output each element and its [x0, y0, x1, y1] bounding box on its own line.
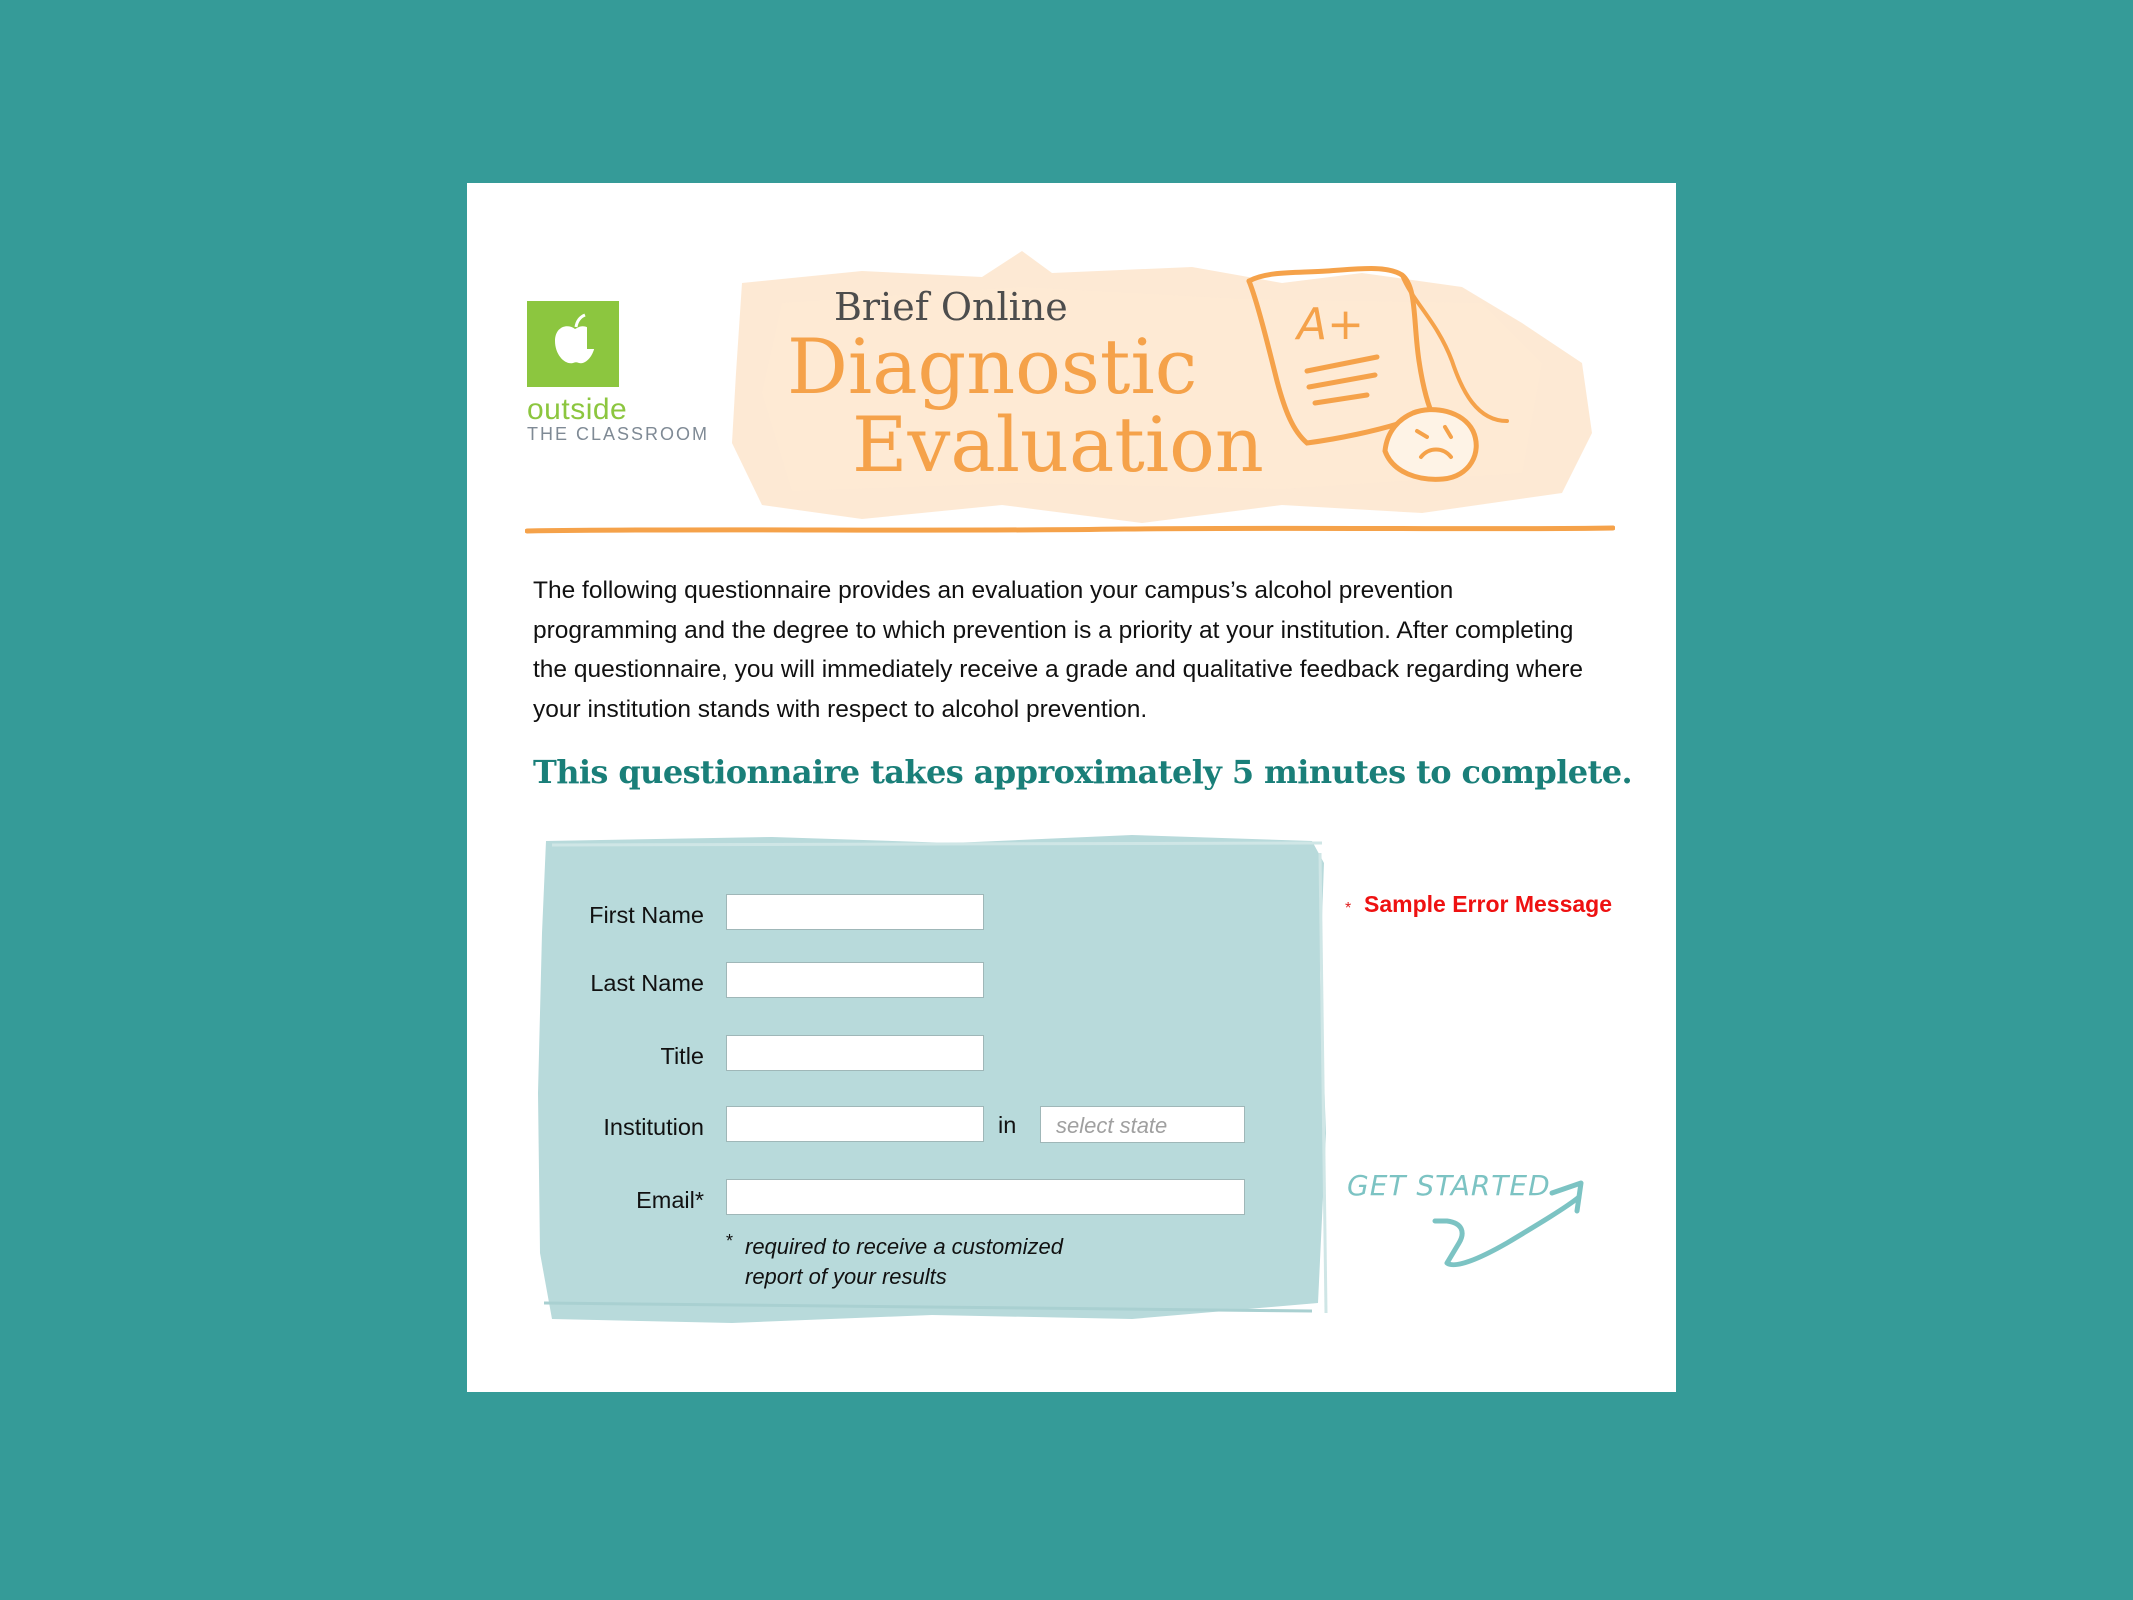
first-name-input[interactable]	[726, 894, 984, 930]
get-started-button[interactable]: GET STARTED	[1347, 1163, 1617, 1283]
in-label: in	[998, 1112, 1017, 1138]
logo: outside THE CLASSROOM	[527, 301, 727, 451]
graded-paper-a-plus-icon: A+	[1246, 266, 1509, 482]
title-evaluation: Evaluation	[852, 400, 1264, 489]
last-name-input[interactable]	[726, 962, 984, 998]
institution-input[interactable]	[726, 1106, 984, 1142]
title-label: Title	[660, 1043, 704, 1069]
title-diagnostic: Diagnostic	[787, 322, 1198, 411]
last-name-label: Last Name	[590, 970, 704, 996]
email-label: Email*	[636, 1187, 704, 1213]
logo-subtitle: THE CLASSROOM	[527, 424, 710, 444]
email-input[interactable]	[726, 1179, 1245, 1215]
paper-grade: A+	[1294, 299, 1364, 350]
error-asterisk: *	[1345, 900, 1352, 917]
intro-paragraph: The following questionnaire provides an …	[533, 577, 1584, 723]
header-divider	[525, 525, 1615, 534]
first-name-label: First Name	[589, 902, 704, 928]
apple-logo-icon	[527, 301, 619, 387]
logo-wordmark: outside	[527, 393, 628, 426]
error-message: Sample Error Message	[1364, 891, 1613, 917]
state-placeholder: select state	[1056, 1113, 1168, 1138]
title-input[interactable]	[726, 1035, 984, 1071]
get-started-label: GET STARTED	[1347, 1169, 1551, 1202]
state-select[interactable]: select state	[1040, 1106, 1245, 1143]
arrow-up-right-icon	[1432, 1194, 1582, 1268]
evaluation-card: outside THE CLASSROOM Brief Online Diagn…	[467, 183, 1676, 1392]
required-note: required to receive a customized report …	[745, 1234, 1063, 1289]
duration-callout: This questionnaire takes approximately 5…	[533, 753, 1633, 791]
institution-label: Institution	[603, 1114, 704, 1140]
required-note-asterisk: *	[726, 1231, 734, 1251]
